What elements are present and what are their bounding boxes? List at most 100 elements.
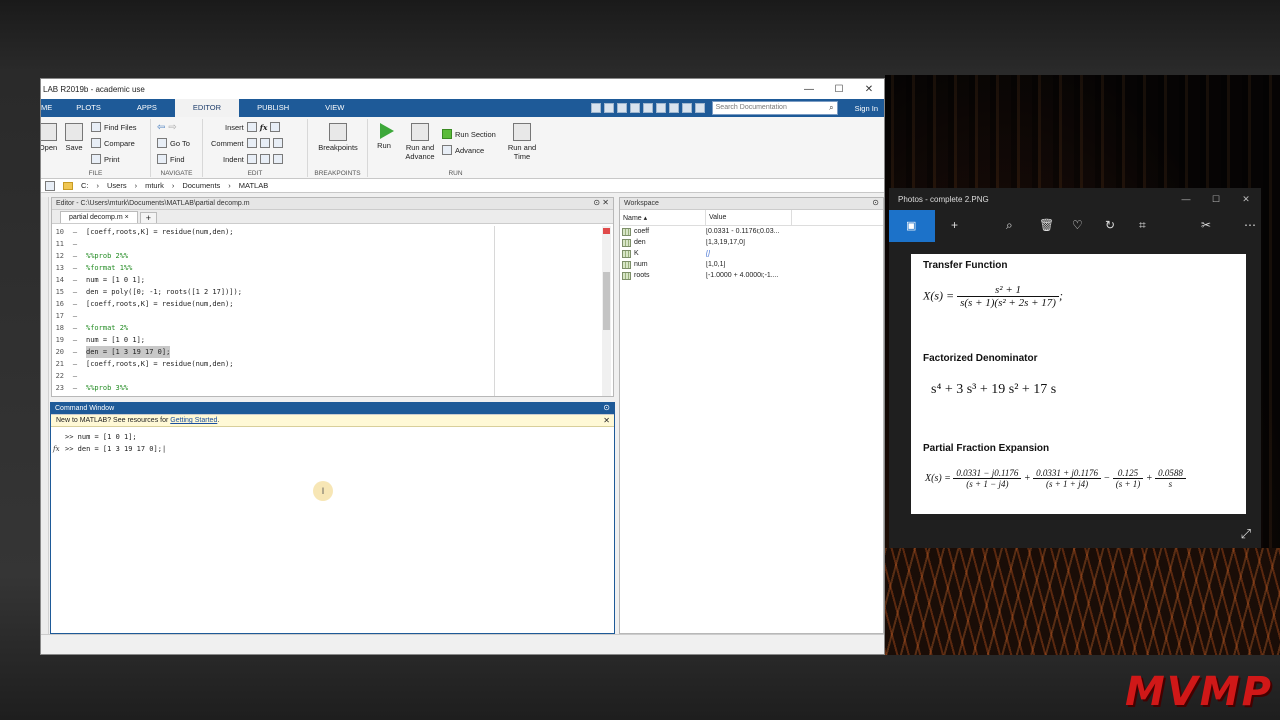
tab-home[interactable]: ME (41, 99, 58, 117)
code-line[interactable]: 23– %%prob 3%% (52, 382, 602, 394)
breakpoint-gutter[interactable]: – (64, 370, 86, 382)
breakpoint-gutter[interactable]: – (64, 334, 86, 346)
add-icon[interactable]: + (951, 218, 958, 232)
find-files-button[interactable]: Find Files (91, 122, 137, 132)
workspace-variable-row[interactable]: coeff [0.0331 - 0.1176i;0.03... (620, 226, 883, 237)
go-to-button[interactable]: Go To (157, 138, 190, 148)
command-window-controls[interactable]: ⊙ (603, 403, 610, 412)
code-line[interactable]: 20– den = [1 3 19 17 0]; (52, 346, 602, 358)
code-line[interactable]: 12– %%prob 2%% (52, 250, 602, 262)
run-and-time-button[interactable]: Run and Time (504, 123, 540, 161)
back-forward-buttons[interactable]: ⇦ ⇨ (157, 122, 177, 133)
photos-close-button[interactable]: ✕ (1231, 188, 1261, 210)
workspace-variable-row[interactable]: roots [-1.0000 + 4.0000i;-1.... (620, 270, 883, 281)
workspace-variable-row[interactable]: den [1,3,19,17,0] (620, 237, 883, 248)
workspace-variable-row[interactable]: num [1,0,1] (620, 259, 883, 270)
open-button[interactable]: Open (41, 123, 59, 152)
insert-button[interactable]: Insert fx (225, 122, 281, 132)
help-icon[interactable] (681, 103, 692, 113)
comment-button[interactable]: Comment (211, 138, 283, 148)
crop-icon[interactable]: ⌗ (1139, 218, 1146, 233)
function-browser-icon[interactable]: fx (53, 443, 60, 455)
breakpoint-gutter[interactable]: – (64, 382, 86, 394)
getting-started-link[interactable]: Getting Started (170, 417, 217, 424)
maximize-button[interactable]: ☐ (824, 84, 854, 95)
uncomment-icon[interactable] (259, 138, 270, 148)
code-line[interactable]: 17– (52, 310, 602, 322)
wrap-comments-icon[interactable] (272, 138, 283, 148)
new-tab-button[interactable]: + (139, 212, 158, 223)
tab-plots[interactable]: PLOTS (58, 99, 119, 117)
code-line[interactable]: 10– [coeff,roots,K] = residue(num,den); (52, 226, 602, 238)
comment-icon[interactable] (246, 138, 257, 148)
breakpoint-gutter[interactable]: – (64, 298, 86, 310)
code-line[interactable]: 11– (52, 238, 602, 250)
run-and-advance-button[interactable]: Run and Advance (402, 123, 438, 161)
minimize-button[interactable]: — (794, 84, 824, 95)
tab-view[interactable]: VIEW (307, 99, 362, 117)
edit-draw-icon[interactable]: ✂ (1201, 218, 1211, 232)
smart-indent-icon[interactable] (246, 154, 257, 164)
favorite-heart-icon[interactable]: ♡ (1072, 218, 1083, 232)
fullscreen-icon[interactable]: ⤢ (1241, 526, 1251, 542)
breakpoint-gutter[interactable]: – (64, 310, 86, 322)
tab-editor[interactable]: EDITOR (174, 99, 240, 117)
code-line[interactable]: 19– num = [1 0 1]; (52, 334, 602, 346)
command-window[interactable]: Command Window ⊙ New to MATLAB? See reso… (50, 402, 615, 634)
nav-back-icon[interactable] (45, 180, 55, 191)
code-line[interactable]: 16– [coeff,roots,K] = residue(num,den); (52, 298, 602, 310)
cut-icon[interactable] (603, 103, 614, 113)
code-line[interactable]: 15– den = poly([0; -1; roots([1 2 17])]); (52, 286, 602, 298)
search-documentation-input[interactable]: Search Documentation ⌕ (711, 101, 838, 115)
photos-minimize-button[interactable]: — (1171, 188, 1201, 210)
name-column-header[interactable]: Name ▴ (620, 210, 706, 225)
community-icon[interactable] (694, 103, 705, 113)
breakpoints-button[interactable]: Breakpoints (316, 123, 360, 152)
value-column-header[interactable]: Value (706, 210, 792, 225)
undo-icon[interactable] (642, 103, 653, 113)
copy-icon[interactable] (616, 103, 627, 113)
path-user[interactable]: mturk (145, 181, 164, 190)
save-quick-icon[interactable] (590, 103, 601, 113)
command-prompt-line[interactable]: fx >> den = [1 3 19 17 0];| (51, 443, 614, 455)
delete-icon[interactable]: 🗑 (1039, 218, 1054, 232)
save-button[interactable]: Save (63, 123, 85, 152)
current-folder-bar[interactable]: C: › Users › mturk › Documents › MATLAB (41, 179, 884, 193)
zoom-icon[interactable]: ⌕ (1006, 218, 1013, 233)
print-button[interactable]: Print (91, 154, 119, 164)
indent-button[interactable]: Indent (223, 154, 283, 164)
editor-tab-file[interactable]: partial decomp.m × (60, 211, 138, 223)
code-area[interactable]: 10– [coeff,roots,K] = residue(num,den); 11… (52, 226, 602, 396)
path-drive[interactable]: C: (81, 181, 89, 190)
run-section-button[interactable]: Run Section (442, 129, 496, 139)
compare-button[interactable]: Compare (91, 138, 135, 148)
insert-function-icon[interactable] (270, 122, 281, 132)
see-all-photos-button[interactable]: ▣ (889, 210, 935, 242)
workspace-variable-row[interactable]: K [] (620, 248, 883, 259)
breakpoint-gutter[interactable]: – (64, 346, 86, 358)
rotate-icon[interactable]: ↻ (1105, 218, 1115, 232)
scroll-thumb[interactable] (603, 272, 610, 330)
search-icon[interactable]: ⌕ (829, 103, 833, 113)
path-users[interactable]: Users (107, 181, 127, 190)
breakpoint-gutter[interactable]: – (64, 262, 86, 274)
breakpoint-gutter[interactable]: – (64, 250, 86, 262)
breakpoint-gutter[interactable]: – (64, 238, 86, 250)
code-line[interactable]: 13– %format 1%% (52, 262, 602, 274)
workspace-controls[interactable]: ⊙ (872, 198, 879, 207)
path-matlab[interactable]: MATLAB (239, 181, 268, 190)
close-notice-icon[interactable]: ✕ (603, 416, 610, 425)
editor-panel-controls[interactable]: ⊙ ✕ (593, 198, 609, 207)
breakpoint-gutter[interactable]: – (64, 286, 86, 298)
path-documents[interactable]: Documents (182, 181, 220, 190)
error-marker[interactable] (603, 228, 610, 234)
code-line[interactable]: 18– %format 2% (52, 322, 602, 334)
redo-icon[interactable] (655, 103, 666, 113)
paste-icon[interactable] (629, 103, 640, 113)
breakpoint-gutter[interactable]: – (64, 274, 86, 286)
sign-in-link[interactable]: Sign In (841, 104, 884, 113)
code-line[interactable]: 21– [coeff,roots,K] = residue(num,den); (52, 358, 602, 370)
tab-publish[interactable]: PUBLISH (239, 99, 307, 117)
decrease-indent-icon[interactable] (272, 154, 283, 164)
increase-indent-icon[interactable] (259, 154, 270, 164)
